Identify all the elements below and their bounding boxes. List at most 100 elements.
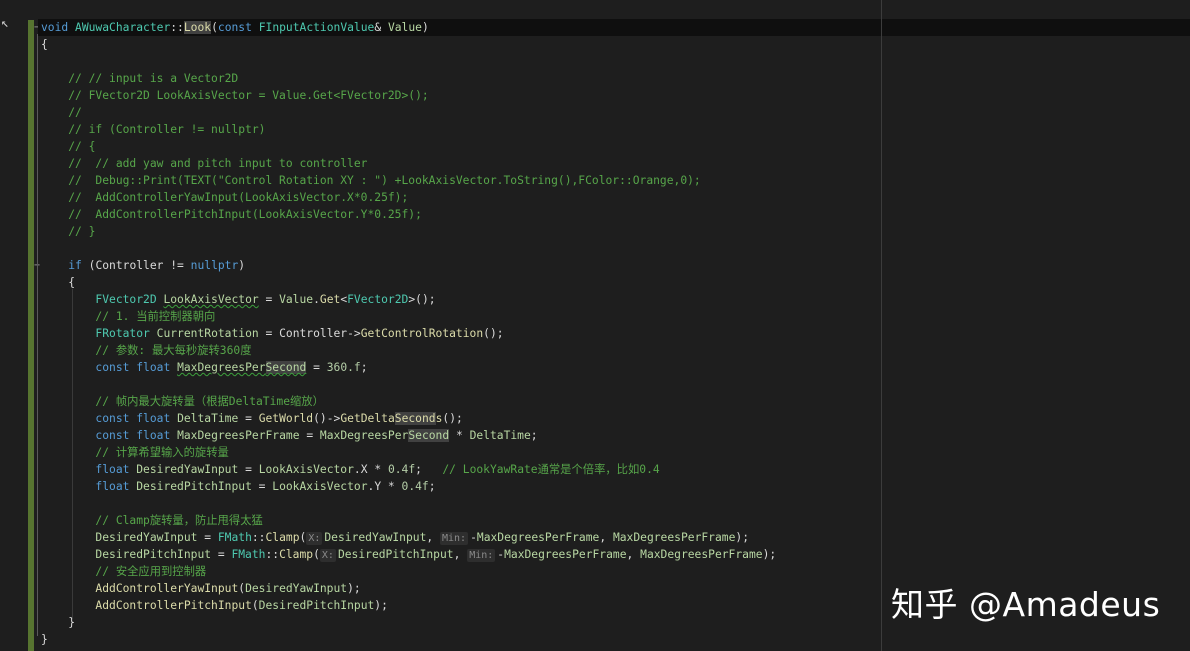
- code-line[interactable]: // if (Controller != nullptr): [41, 121, 776, 138]
- code-editor[interactable]: void AWuwaCharacter::Look(const FInputAc…: [41, 19, 776, 648]
- code-token: (: [313, 548, 320, 561]
- code-line[interactable]: [41, 53, 776, 70]
- code-token: MaxDegreesPerFrame: [476, 531, 600, 544]
- code-line[interactable]: FRotator CurrentRotation = Controller->G…: [41, 325, 776, 342]
- code-token: =: [306, 361, 327, 374]
- code-token: Value: [279, 293, 314, 306]
- code-token: ;: [415, 463, 443, 476]
- code-line[interactable]: [41, 495, 776, 512]
- code-line[interactable]: }: [41, 631, 776, 648]
- code-line[interactable]: // AddControllerYawInput(LookAxisVector.…: [41, 189, 776, 206]
- code-line[interactable]: // Debug::Print(TEXT("Control Rotation X…: [41, 172, 776, 189]
- inline-parameter-hint: Min:: [440, 532, 469, 545]
- code-token: ::: [265, 548, 280, 561]
- code-line[interactable]: [41, 240, 776, 257]
- code-token: {: [41, 38, 48, 51]
- editor-gutter: [0, 0, 28, 651]
- code-line[interactable]: //: [41, 104, 776, 121]
- code-token: ();: [442, 412, 463, 425]
- code-token: const: [217, 21, 252, 34]
- code-line[interactable]: // {: [41, 138, 776, 155]
- code-line[interactable]: // // add yaw and pitch input to control…: [41, 155, 776, 172]
- code-token: MaxDegreesPer: [319, 429, 409, 442]
- code-line[interactable]: // }: [41, 223, 776, 240]
- code-line[interactable]: FVector2D LookAxisVector = Value.Get<FVe…: [41, 291, 776, 308]
- inline-parameter-hint: X:: [306, 532, 323, 545]
- code-token: MaxDegreesPerFrame: [612, 531, 736, 544]
- code-line[interactable]: const float MaxDegreesPerFrame = MaxDegr…: [41, 427, 776, 444]
- code-line[interactable]: DesiredYawInput = FMath::Clamp(X: Desired…: [41, 529, 776, 546]
- code-token: float: [136, 412, 171, 425]
- code-token: }: [41, 633, 48, 646]
- code-token: DesiredYawInput: [324, 531, 427, 544]
- code-token: nullptr: [190, 259, 239, 272]
- code-token: ;: [530, 429, 538, 442]
- code-token: Second: [408, 429, 450, 442]
- code-line[interactable]: // FVector2D LookAxisVector = Value.Get<…: [41, 87, 776, 104]
- code-token: ,: [626, 548, 641, 561]
- code-token: const: [95, 429, 130, 442]
- code-token: *: [367, 463, 388, 476]
- code-token: ): [238, 259, 246, 272]
- code-token: ,: [453, 548, 468, 561]
- code-line[interactable]: // 帧内最大旋转量（根据DeltaTime缩放）: [41, 393, 776, 410]
- code-token: // 帧内最大旋转量（根据DeltaTime缩放）: [41, 395, 324, 408]
- code-token: {: [41, 276, 76, 289]
- code-token: GetControlRotation: [360, 327, 484, 340]
- code-line[interactable]: [41, 376, 776, 393]
- code-line[interactable]: void AWuwaCharacter::Look(const FInputAc…: [41, 19, 776, 36]
- code-token: // // add yaw and pitch input to control…: [41, 157, 368, 170]
- code-token: Controller: [279, 327, 348, 340]
- code-line[interactable]: DesiredPitchInput = FMath::Clamp(X: Desir…: [41, 546, 776, 563]
- code-line[interactable]: // 1. 当前控制器朝向: [41, 308, 776, 325]
- code-token: 0.4f: [387, 463, 416, 476]
- code-line[interactable]: // 计算希望输入的旋转量: [41, 444, 776, 461]
- code-line[interactable]: // AddControllerPitchInput(LookAxisVecto…: [41, 206, 776, 223]
- code-token: DesiredPitchInput: [136, 480, 252, 493]
- code-line[interactable]: const float DeltaTime = GetWorld()->GetD…: [41, 410, 776, 427]
- code-token: =: [238, 463, 259, 476]
- code-line[interactable]: // 参数: 最大每秒旋转360度: [41, 342, 776, 359]
- code-token: // 参数: 最大每秒旋转360度: [41, 344, 252, 357]
- code-line[interactable]: {: [41, 36, 776, 53]
- code-token: LookAxisVector: [258, 463, 354, 476]
- code-line[interactable]: // 安全应用到控制器: [41, 563, 776, 580]
- code-token: // }: [41, 225, 96, 238]
- code-token: =: [211, 548, 232, 561]
- code-token: !=: [163, 259, 191, 272]
- code-line[interactable]: }: [41, 614, 776, 631]
- code-line[interactable]: AddControllerPitchInput(DesiredPitchInpu…: [41, 597, 776, 614]
- code-line[interactable]: float DesiredPitchInput = LookAxisVector…: [41, 478, 776, 495]
- code-line[interactable]: // // input is a Vector2D: [41, 70, 776, 87]
- code-line[interactable]: float DesiredYawInput = LookAxisVector.X…: [41, 461, 776, 478]
- code-token: MaxDegreesPer: [177, 361, 266, 374]
- code-token: float: [136, 361, 171, 374]
- code-line[interactable]: if (Controller != nullptr): [41, 257, 776, 274]
- code-token: Second: [265, 361, 307, 374]
- code-line[interactable]: const float MaxDegreesPerSecond = 360.f;: [41, 359, 776, 376]
- code-token: // LookYawRate通常是个倍率，比如0.4: [442, 463, 660, 476]
- code-token: MaxDegreesPerFrame: [640, 548, 763, 561]
- code-token: ::: [251, 531, 266, 544]
- code-token: float: [95, 480, 130, 493]
- code-token: float: [136, 429, 171, 442]
- code-line[interactable]: // Clamp旋转量，防止甩得太猛: [41, 512, 776, 529]
- code-token: ,: [426, 531, 440, 544]
- code-token: FMath: [231, 548, 266, 561]
- code-token: ): [421, 21, 429, 34]
- code-line[interactable]: AddControllerYawInput(DesiredYawInput);: [41, 580, 776, 597]
- code-token: DeltaTime: [469, 429, 531, 442]
- code-token: );: [735, 531, 749, 544]
- code-token: 360.f: [326, 361, 361, 374]
- code-token: ()->: [313, 412, 341, 425]
- code-line[interactable]: {: [41, 274, 776, 291]
- code-token: FMath: [217, 531, 252, 544]
- code-token: (: [81, 259, 96, 272]
- inline-parameter-hint: Min:: [467, 549, 496, 562]
- code-token: *: [381, 480, 402, 493]
- code-token: DesiredPitchInput: [258, 599, 375, 612]
